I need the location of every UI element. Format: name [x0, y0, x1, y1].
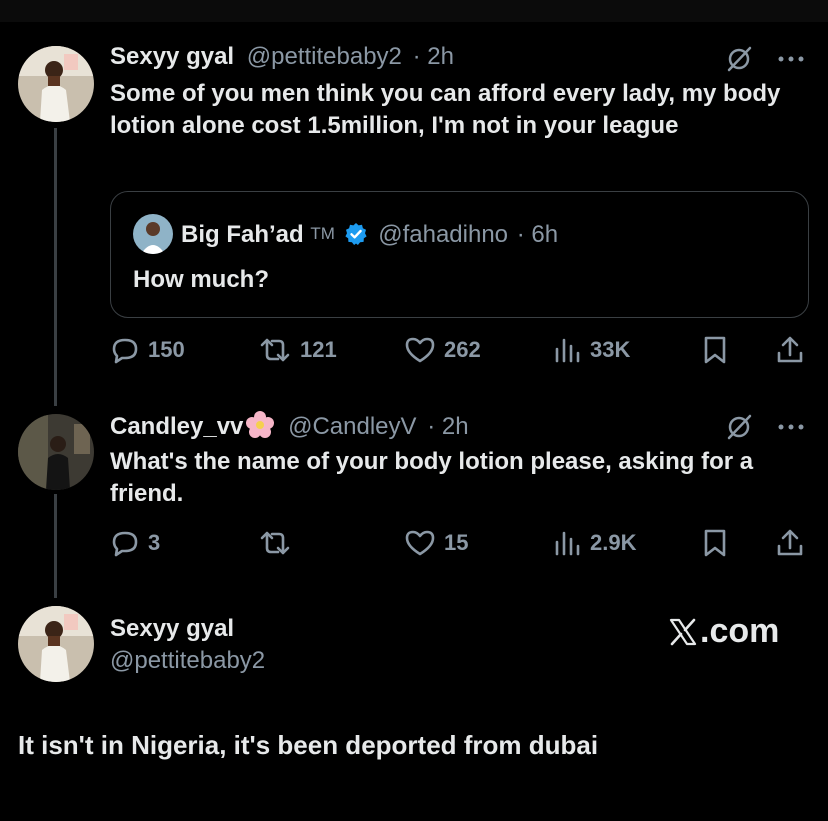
- handle[interactable]: @CandleyV: [288, 413, 416, 440]
- bookmark-icon: [704, 336, 726, 364]
- bookmark-button[interactable]: [702, 527, 728, 559]
- views-button[interactable]: 33K: [552, 334, 630, 366]
- reply-count: 3: [148, 530, 161, 555]
- timestamp[interactable]: · 2h: [413, 43, 454, 70]
- verified-badge-icon: [344, 223, 367, 245]
- reply-button[interactable]: 150: [110, 334, 185, 366]
- reply-icon: [112, 338, 138, 364]
- avatar[interactable]: [18, 606, 94, 682]
- top-bar: [0, 0, 828, 22]
- like-button[interactable]: 15: [404, 527, 468, 559]
- like-count: 262: [444, 337, 481, 362]
- quoted-text: How much?: [133, 266, 269, 293]
- avatar[interactable]: [18, 414, 94, 490]
- more-icon[interactable]: [774, 44, 808, 74]
- tweet-header: Sexyy gyal @pettitebaby2 · 2h: [110, 42, 454, 72]
- views-count: 33K: [590, 337, 631, 362]
- quoted-header: Big Fah’ad TM @fahadihno · 6h: [181, 219, 558, 250]
- like-icon: [405, 530, 435, 556]
- avatar[interactable]: [18, 46, 94, 122]
- tweet-actions: 3 15 2.9K: [110, 527, 810, 559]
- repost-count: 121: [300, 337, 337, 362]
- display-name[interactable]: Sexyy gyal: [110, 43, 234, 70]
- views-count: 2.9K: [590, 530, 637, 555]
- tm-mark: TM: [310, 224, 335, 243]
- views-icon: [555, 338, 580, 363]
- x-logo-icon: [669, 618, 697, 645]
- handle[interactable]: @pettitebaby2: [247, 43, 402, 70]
- display-name[interactable]: Sexyy gyal: [110, 614, 234, 644]
- repost-button[interactable]: 121: [258, 334, 337, 366]
- repost-icon: [260, 531, 290, 555]
- bookmark-button[interactable]: [702, 334, 728, 366]
- share-button[interactable]: [775, 334, 805, 366]
- bookmark-icon: [704, 529, 726, 557]
- reply-count: 150: [148, 337, 185, 362]
- thread-line: [54, 128, 57, 406]
- reply-icon: [112, 531, 138, 557]
- repost-icon: [260, 338, 290, 362]
- timestamp[interactable]: · 6h: [517, 221, 558, 248]
- reply-text: It isn't in Nigeria, it's been deported …: [18, 730, 599, 760]
- handle[interactable]: @fahadihno: [378, 221, 508, 248]
- handle[interactable]: @pettitebaby2: [110, 646, 265, 676]
- share-button[interactable]: [775, 527, 805, 559]
- flower-emoji: [246, 411, 275, 438]
- tweet-actions: 150 121 262 33K: [110, 334, 810, 366]
- more-icon[interactable]: [774, 412, 808, 442]
- quoted-tweet[interactable]: Big Fah’ad TM @fahadihno · 6h How much?: [110, 191, 809, 318]
- tweet-header: Candley_vv @CandleyV · 2h: [110, 410, 469, 442]
- reply-button[interactable]: 3: [110, 527, 160, 559]
- views-button[interactable]: 2.9K: [552, 527, 636, 559]
- like-icon: [405, 337, 435, 363]
- share-icon: [777, 336, 803, 363]
- x-brand-logo: .com: [668, 612, 779, 651]
- avatar[interactable]: [133, 214, 173, 254]
- tweet-text: Some of you men think you can afford eve…: [110, 80, 781, 139]
- like-count: 15: [444, 530, 469, 555]
- display-name[interactable]: Big Fah’ad: [181, 221, 304, 248]
- display-name[interactable]: Candley_vv: [110, 413, 243, 440]
- grok-slash-icon[interactable]: [722, 412, 756, 442]
- views-icon: [555, 531, 580, 556]
- brand-text: .com: [700, 612, 780, 650]
- like-button[interactable]: 262: [404, 334, 481, 366]
- grok-slash-icon[interactable]: [722, 44, 756, 74]
- tweet-text: What's the name of your body lotion plea…: [110, 448, 754, 507]
- timestamp[interactable]: · 2h: [427, 413, 468, 440]
- repost-button[interactable]: [258, 527, 300, 559]
- thread-line: [54, 494, 57, 598]
- share-icon: [777, 529, 803, 556]
